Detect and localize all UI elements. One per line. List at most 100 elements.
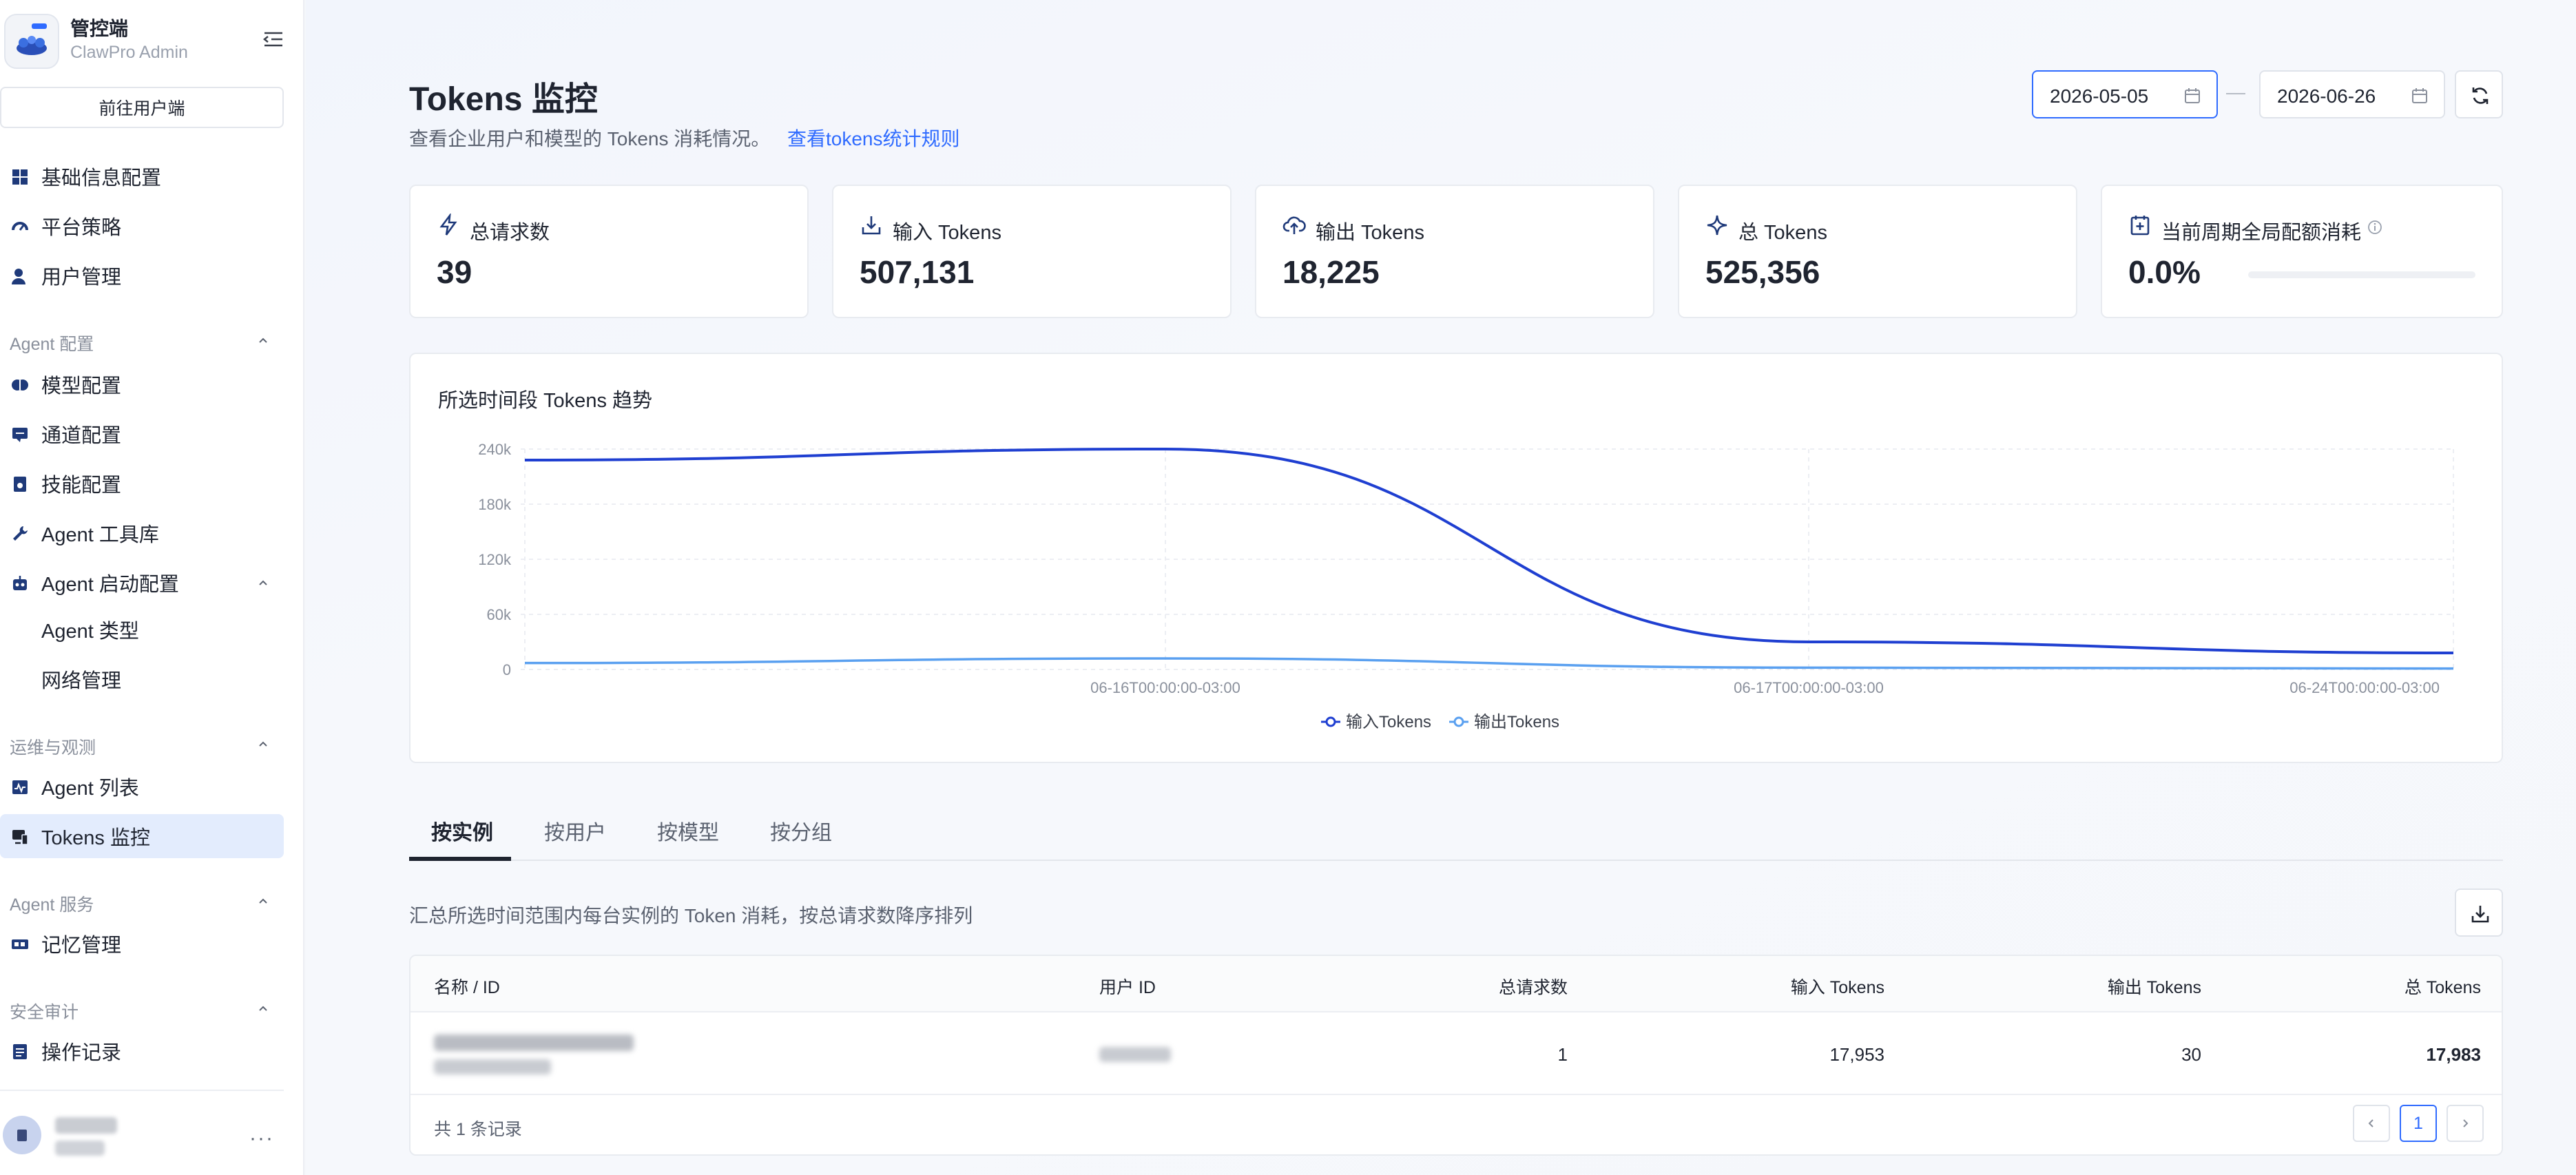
instance-name-redacted	[434, 1034, 634, 1051]
x-tick-label: 06-16T00:00:00-03:00	[1090, 679, 1240, 696]
sidebar-item-platform-policy[interactable]: 平台策略	[0, 204, 284, 248]
collapse-sidebar-icon[interactable]	[262, 28, 285, 51]
sidebar-item-model-config[interactable]: 模型配置	[0, 362, 284, 406]
prev-page-button[interactable]	[2353, 1105, 2390, 1142]
more-options-icon[interactable]: ···	[249, 1127, 274, 1150]
section-security-audit[interactable]: 安全审计	[0, 993, 284, 1023]
tab-by-instance[interactable]: 按实例	[431, 815, 493, 860]
info-icon[interactable]	[2367, 219, 2383, 236]
cell-input-tokens: 17,953	[1829, 1044, 1884, 1065]
memory-icon	[12, 939, 28, 949]
column-header: 输出 Tokens	[2107, 978, 2201, 997]
sidebar-item-agent-type[interactable]: Agent 类型	[0, 607, 284, 652]
chevron-up-icon	[259, 1006, 267, 1011]
column-header: 名称 / ID	[434, 978, 500, 997]
tab-by-model[interactable]: 按模型	[657, 815, 719, 860]
stat-label: 总 Tokens	[1738, 222, 1827, 244]
section-label: Agent 服务	[10, 895, 94, 915]
sidebar-item-user-management[interactable]: 用户管理	[0, 253, 284, 298]
section-ops[interactable]: 运维与观测	[0, 729, 284, 759]
sidebar-item-agent-launch-config[interactable]: Agent 启动配置	[0, 561, 284, 605]
stat-value: 507,131	[860, 254, 975, 290]
sidebar-item-channel-config[interactable]: 通道配置	[0, 412, 284, 456]
quota-icon	[2130, 216, 2150, 236]
sidebar-item-label: Tokens 监控	[41, 827, 150, 849]
chevron-up-icon	[259, 898, 267, 904]
goto-user-portal-button[interactable]: 前往用户端	[0, 87, 284, 128]
sidebar-item-label: 操作记录	[41, 1042, 122, 1064]
brand: 管控端 ClawPro Admin	[3, 11, 299, 69]
brand-title: 管控端	[70, 18, 129, 39]
legend-label: 输出Tokens	[1474, 713, 1559, 731]
table-row[interactable]: 1 17,953 30 17,983	[411, 1014, 2502, 1095]
sidebar-item-tokens-monitor[interactable]: Tokens 监控	[0, 814, 284, 858]
sidebar-item-label: 平台策略	[41, 217, 122, 239]
brand-subtitle: ClawPro Admin	[70, 43, 188, 62]
stat-card-total-requests: 总请求数 39	[409, 185, 809, 318]
sidebar: 管控端 ClawPro Admin 前往用户端 基础信息配置 平台策略 用户管理…	[0, 0, 304, 1175]
quota-progress-bar	[2248, 271, 2475, 278]
table-header: 名称 / ID 用户 ID 总请求数 输入 Tokens 输出 Tokens 总…	[411, 956, 2502, 1012]
sidebar-item-operation-log[interactable]: 操作记录	[0, 1029, 284, 1073]
cell-requests: 1	[1557, 1044, 1568, 1065]
y-tick-label: 60k	[487, 606, 512, 623]
log-icon	[13, 1044, 27, 1059]
y-tick-label: 240k	[478, 441, 512, 458]
sidebar-item-label: Agent 工具库	[41, 524, 159, 546]
page-number-button[interactable]: 1	[2400, 1105, 2437, 1142]
sidebar-item-memory-management[interactable]: 记忆管理	[0, 922, 284, 966]
tab-by-group[interactable]: 按分组	[770, 815, 832, 860]
user-avatar-icon	[17, 1130, 27, 1141]
series-line-output	[524, 657, 2454, 670]
user-role-redacted	[55, 1141, 105, 1156]
user-id-redacted	[1099, 1047, 1171, 1062]
series-line-input	[524, 447, 2454, 654]
sidebar-item-label: 技能配置	[41, 475, 122, 497]
instance-id-redacted	[434, 1059, 551, 1074]
legend-marker	[1325, 716, 1336, 727]
sidebar-item-label: 记忆管理	[41, 935, 122, 957]
wrench-icon	[13, 526, 28, 541]
calendar-icon	[2412, 88, 2427, 103]
table-description: 汇总所选时间范围内每台实例的 Token 消耗，按总请求数降序排列	[409, 905, 973, 926]
sidebar-item-agent-toolbox[interactable]: Agent 工具库	[0, 511, 284, 555]
column-header: 输入 Tokens	[1790, 978, 1884, 997]
section-label: 运维与观测	[10, 738, 96, 758]
tab-by-user[interactable]: 按用户	[544, 815, 606, 860]
sidebar-item-basic-info[interactable]: 基础信息配置	[0, 154, 284, 198]
download-button[interactable]	[2455, 888, 2503, 937]
sidebar-item-agent-list[interactable]: Agent 列表	[0, 765, 284, 809]
cell-output-tokens: 30	[2181, 1044, 2201, 1065]
start-date-picker[interactable]: 2026-05-05	[2032, 70, 2218, 118]
refresh-button[interactable]	[2455, 70, 2503, 118]
avatar[interactable]	[3, 1116, 41, 1154]
instance-table: 名称 / ID 用户 ID 总请求数 输入 Tokens 输出 Tokens 总…	[409, 955, 2503, 1156]
legend-marker	[1453, 716, 1464, 727]
tokens-rules-link[interactable]: 查看tokens统计规则	[787, 124, 960, 152]
page-title: Tokens 监控	[409, 81, 598, 118]
legend-label: 输入Tokens	[1346, 713, 1431, 731]
sparkle-icon	[1707, 215, 1727, 236]
end-date-picker[interactable]: 2026-06-26	[2259, 70, 2445, 118]
end-date-value: 2026-06-26	[2277, 85, 2376, 107]
user-icon	[12, 269, 25, 284]
next-page-button[interactable]	[2447, 1105, 2484, 1142]
skill-icon	[14, 477, 26, 492]
chevron-up-icon	[259, 741, 267, 747]
app-logo	[4, 14, 59, 69]
sidebar-item-network-management[interactable]: 网络管理	[0, 657, 284, 701]
cell-total-tokens: 17,983	[2426, 1044, 2481, 1065]
date-separator: —	[2226, 81, 2245, 103]
lightning-icon	[439, 214, 457, 236]
section-label: Agent 配置	[10, 335, 94, 354]
section-agent-config[interactable]: Agent 配置	[0, 325, 284, 355]
sidebar-item-skill-config[interactable]: 技能配置	[0, 461, 284, 506]
stat-card-total-tokens: 总 Tokens 525,356	[1678, 185, 2077, 318]
chevron-up-icon	[259, 580, 267, 585]
robot-icon	[13, 576, 27, 590]
chevron-right-icon	[2463, 1119, 2469, 1127]
sidebar-item-label: 网络管理	[41, 670, 122, 692]
input-icon	[862, 216, 881, 235]
section-agent-service[interactable]: Agent 服务	[0, 886, 284, 916]
stat-card-input-tokens: 输入 Tokens 507,131	[832, 185, 1232, 318]
